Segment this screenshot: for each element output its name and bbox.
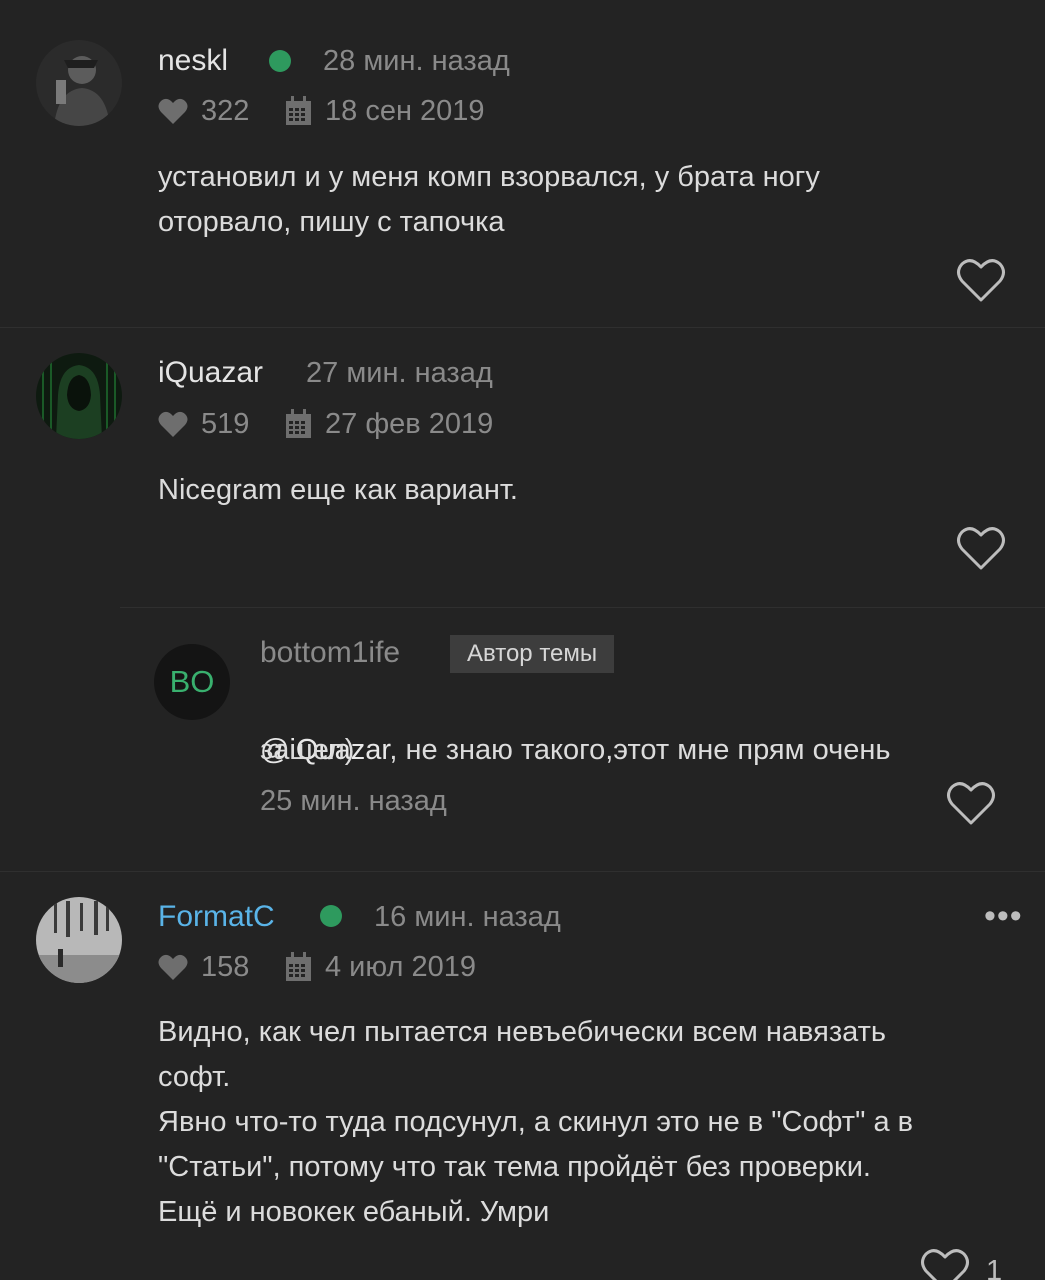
online-indicator: [269, 50, 291, 72]
calendar-icon: [286, 952, 311, 981]
comment-divider: [0, 327, 1045, 328]
reputation-count: 519: [201, 408, 250, 440]
calendar-icon: [286, 409, 311, 438]
registration-date: 4 июл 2019: [325, 951, 476, 983]
comments-page: neskl 28 мин. назад 322 18 сен 2019 уста…: [0, 0, 1045, 1280]
like-count: 1: [986, 1255, 1003, 1280]
calendar-icon: [286, 96, 311, 125]
heart-icon: [158, 954, 188, 980]
like-button[interactable]: [920, 1248, 970, 1280]
more-options-icon[interactable]: •••: [984, 899, 1023, 933]
reputation-count: 322: [201, 95, 250, 127]
like-button[interactable]: [946, 781, 996, 827]
avatar-iquazar[interactable]: [36, 353, 122, 439]
topic-author-badge: Автор темы: [450, 635, 615, 673]
username[interactable]: iQuazar: [158, 355, 263, 391]
reputation-count: 158: [201, 951, 250, 983]
reply-time: 25 мин. назад: [260, 785, 447, 817]
heart-icon: [158, 98, 188, 124]
comment-time: 28 мин. назад: [323, 45, 510, 77]
comment-time: 27 мин. назад: [306, 357, 493, 389]
reply-username[interactable]: bottom1ife: [260, 635, 400, 671]
comment-text: Видно, как чел пытается невъебически все…: [158, 1016, 914, 1228]
username[interactable]: FormatC: [158, 899, 275, 935]
reply-divider: [120, 607, 1045, 608]
heart-icon: [158, 411, 188, 437]
avatar-neskl[interactable]: [36, 40, 122, 126]
like-button[interactable]: [956, 258, 1006, 304]
online-indicator: [320, 905, 342, 927]
avatar-formatc[interactable]: [36, 897, 122, 983]
comment-time: 16 мин. назад: [374, 901, 561, 933]
username[interactable]: neskl: [158, 43, 228, 79]
avatar-bottom1ife[interactable]: BO: [154, 644, 230, 720]
reply-text-line2: зашел): [260, 734, 355, 766]
registration-date: 27 фев 2019: [325, 408, 494, 440]
like-button[interactable]: [956, 526, 1006, 572]
comment-text: установил и у меня комп взорвался, у бра…: [158, 161, 820, 238]
comment-divider: [0, 871, 1045, 872]
comment-text: Nicegram еще как вариант.: [158, 474, 518, 506]
registration-date: 18 сен 2019: [325, 95, 485, 127]
